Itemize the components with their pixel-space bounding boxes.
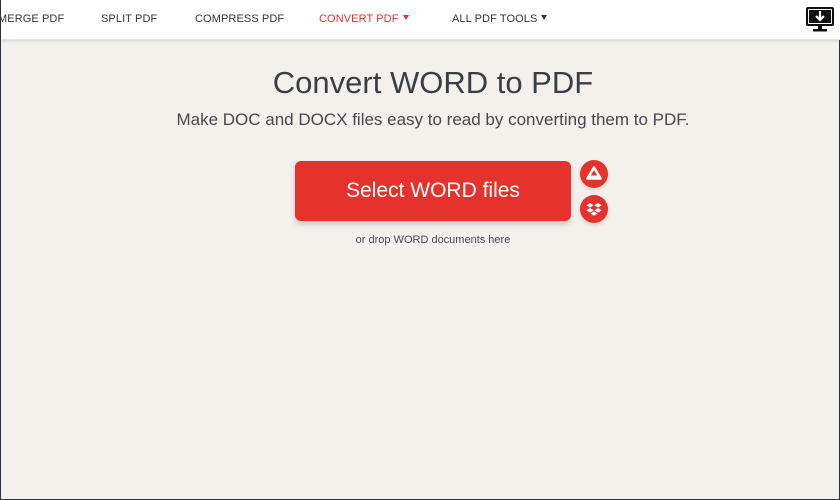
nav-merge-pdf[interactable]: MERGE PDF bbox=[0, 12, 64, 26]
nav-compress-pdf-label: COMPRESS PDF bbox=[195, 13, 285, 25]
nav-all-pdf-tools-dropdown[interactable]: ALL PDF TOOLS bbox=[452, 12, 548, 26]
dropbox-upload-button[interactable] bbox=[580, 195, 608, 223]
nav-compress-pdf[interactable]: COMPRESS PDF bbox=[195, 12, 284, 26]
google-drive-icon bbox=[586, 166, 602, 180]
nav-convert-pdf-label: CONVERT PDF bbox=[319, 13, 399, 25]
drop-files-hint: or drop WORD documents here bbox=[355, 234, 511, 246]
nav-convert-pdf-dropdown[interactable]: CONVERT PDF bbox=[319, 12, 409, 26]
page-title: Convert WORD to PDF bbox=[272, 65, 594, 100]
page-subtitle: Make DOC and DOCX files easy to read by … bbox=[176, 110, 690, 129]
nav-split-pdf[interactable]: SPLIT PDF bbox=[101, 12, 157, 26]
top-navigation-bar: MERGE PDF SPLIT PDF COMPRESS PDF CONVERT… bbox=[0, 0, 840, 40]
nav-all-pdf-tools-label: ALL PDF TOOLS bbox=[452, 13, 538, 25]
dropbox-icon bbox=[586, 203, 602, 216]
google-drive-upload-button[interactable] bbox=[580, 160, 608, 188]
nav-merge-pdf-label: MERGE PDF bbox=[0, 13, 65, 25]
select-word-files-button[interactable]: Select WORD files bbox=[295, 161, 571, 221]
caret-down-icon bbox=[402, 15, 409, 20]
desktop-app-download-button[interactable] bbox=[806, 6, 834, 34]
caret-down-icon bbox=[541, 15, 548, 20]
desktop-download-icon bbox=[806, 7, 834, 32]
nav-split-pdf-label: SPLIT PDF bbox=[101, 13, 158, 25]
